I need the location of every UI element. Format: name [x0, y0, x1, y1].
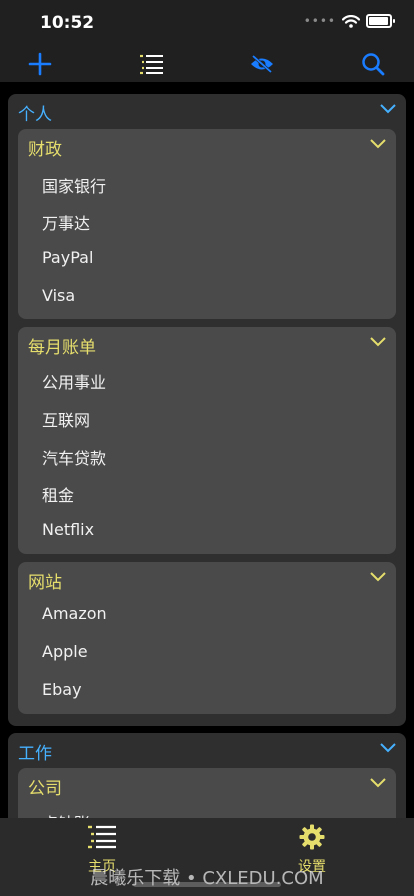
- plus-icon: [28, 52, 52, 76]
- list-item[interactable]: 国家银行: [42, 173, 106, 197]
- group-personal: 个人 财政 国家银行 万事达 PayPal Visa 每月账单 公用事业 互联网…: [8, 94, 406, 726]
- subgroup-monthly-bills: 每月账单 公用事业 互联网 汽车贷款 租金 Netflix: [18, 327, 396, 554]
- chevron-down-icon[interactable]: [370, 778, 386, 788]
- wifi-icon: [342, 14, 360, 28]
- subgroup-company: 公司 点钞账: [18, 768, 396, 818]
- list-item[interactable]: Apple: [42, 642, 88, 661]
- list-item[interactable]: 互联网: [42, 407, 90, 431]
- home-indicator[interactable]: [133, 882, 281, 887]
- list-item[interactable]: PayPal: [42, 248, 93, 267]
- battery-icon: [366, 14, 395, 28]
- list-item[interactable]: 万事达: [42, 210, 90, 234]
- add-button[interactable]: [24, 48, 56, 80]
- list-item[interactable]: 租金: [42, 482, 74, 506]
- list-item[interactable]: 点钞账: [42, 810, 90, 818]
- content-scroll[interactable]: 个人 财政 国家银行 万事达 PayPal Visa 每月账单 公用事业 互联网…: [0, 82, 414, 818]
- list-button[interactable]: [135, 48, 167, 80]
- group-title[interactable]: 工作: [18, 739, 52, 764]
- list-item[interactable]: Amazon: [42, 604, 107, 623]
- subgroup-finance: 财政 国家银行 万事达 PayPal Visa: [18, 129, 396, 319]
- subgroup-title[interactable]: 财政: [28, 135, 62, 160]
- subgroup-title[interactable]: 每月账单: [28, 333, 96, 358]
- status-time: 10:52: [40, 13, 95, 33]
- eye-slash-icon: [251, 54, 273, 74]
- chevron-down-icon[interactable]: [380, 104, 396, 114]
- top-toolbar: [0, 44, 414, 82]
- list-item[interactable]: Visa: [42, 286, 75, 305]
- chevron-down-icon[interactable]: [370, 139, 386, 149]
- search-icon: [362, 53, 385, 76]
- group-title[interactable]: 个人: [18, 100, 52, 125]
- visibility-toggle-button[interactable]: [246, 48, 278, 80]
- subgroup-websites: 网站 Amazon Apple Ebay: [18, 562, 396, 714]
- search-button[interactable]: [357, 48, 389, 80]
- list-item[interactable]: 公用事业: [42, 369, 106, 393]
- list-item[interactable]: 汽车贷款: [42, 445, 106, 469]
- status-icons: ••••: [303, 14, 395, 28]
- list-icon: [88, 825, 116, 849]
- chevron-down-icon[interactable]: [370, 337, 386, 347]
- signal-icon: ••••: [303, 14, 336, 28]
- gear-icon: [299, 824, 325, 850]
- list-item[interactable]: Netflix: [42, 520, 94, 539]
- list-icon: [140, 54, 163, 75]
- list-item[interactable]: Ebay: [42, 680, 82, 699]
- subgroup-title[interactable]: 网站: [28, 568, 62, 593]
- group-work: 工作 公司 点钞账: [8, 733, 406, 818]
- status-bar: 10:52 ••••: [0, 0, 414, 44]
- chevron-down-icon[interactable]: [380, 743, 396, 753]
- chevron-down-icon[interactable]: [370, 572, 386, 582]
- subgroup-title[interactable]: 公司: [28, 774, 62, 799]
